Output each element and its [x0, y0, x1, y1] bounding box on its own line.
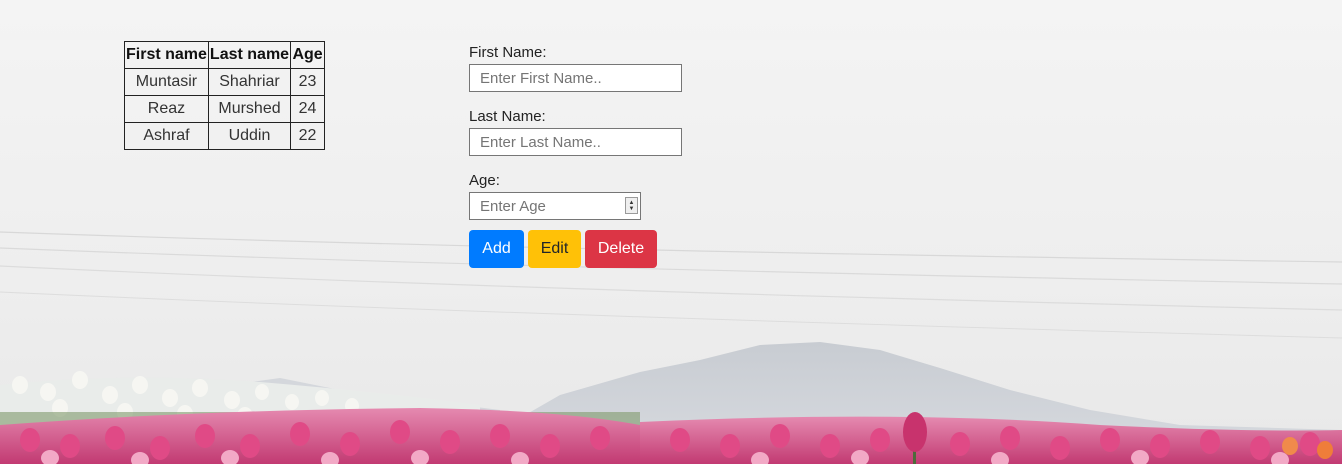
age-input[interactable]	[469, 192, 641, 220]
column-header-last-name: Last name	[207, 41, 292, 69]
cell-last-name[interactable]: Shahriar	[207, 68, 292, 96]
edit-button[interactable]: Edit	[528, 230, 581, 268]
last-name-input[interactable]	[469, 128, 682, 156]
first-name-label: First Name:	[469, 44, 547, 61]
last-name-label: Last Name:	[469, 108, 546, 125]
cell-first-name[interactable]: Reaz	[124, 95, 209, 123]
cell-last-name[interactable]: Murshed	[207, 95, 292, 123]
cell-last-name[interactable]: Uddin	[207, 122, 292, 150]
table-row[interactable]: Reaz Murshed 24	[124, 95, 326, 123]
table-row[interactable]: Muntasir Shahriar 23	[124, 68, 326, 96]
cell-first-name[interactable]: Ashraf	[124, 122, 209, 150]
column-header-first-name: First name	[124, 41, 209, 69]
person-form: First Name: Last Name: Age: ▲ ▼ Add Edit…	[469, 44, 729, 268]
first-name-group: First Name:	[469, 44, 729, 92]
age-spinner[interactable]: ▲ ▼	[625, 197, 638, 214]
cell-age[interactable]: 23	[290, 68, 326, 96]
age-label: Age:	[469, 172, 500, 189]
cell-first-name[interactable]: Muntasir	[124, 68, 209, 96]
age-group: Age: ▲ ▼	[469, 172, 729, 220]
action-buttons: Add Edit Delete	[469, 230, 729, 268]
spinner-down-icon[interactable]: ▼	[629, 206, 635, 212]
cell-age[interactable]: 22	[290, 122, 326, 150]
add-button[interactable]: Add	[469, 230, 524, 268]
last-name-group: Last Name:	[469, 108, 729, 156]
cell-age[interactable]: 24	[290, 95, 326, 123]
people-table: First name Last name Age Muntasir Shahri…	[124, 41, 326, 150]
first-name-input[interactable]	[469, 64, 682, 92]
age-stepper: ▲ ▼	[469, 192, 641, 220]
table-header-row: First name Last name Age	[124, 41, 326, 69]
delete-button[interactable]: Delete	[585, 230, 657, 268]
column-header-age: Age	[290, 41, 326, 69]
table-row[interactable]: Ashraf Uddin 22	[124, 122, 326, 150]
